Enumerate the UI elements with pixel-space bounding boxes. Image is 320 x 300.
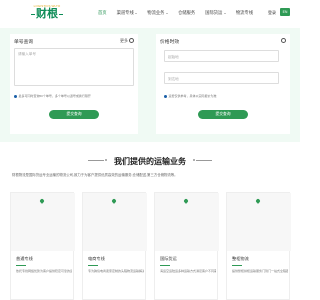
clock-icon xyxy=(281,38,286,43)
card-underline xyxy=(232,265,242,266)
nav-item-logistics[interactable]: 物流业务 xyxy=(147,10,168,16)
info-dot-icon xyxy=(14,94,17,98)
logo-dash-right xyxy=(59,13,63,15)
hero-section: 单号查询 更多 请输入单号 最多可同时查询50个单号，多个单号以逗号或换行隔开 … xyxy=(0,28,300,142)
tracking-number-input[interactable]: 请输入单号 xyxy=(14,48,134,86)
nav-item-channel-lines[interactable]: 渠道专线 xyxy=(117,10,138,16)
card-image xyxy=(83,193,147,251)
card-title: 整柜物流 xyxy=(232,256,249,261)
card-underline xyxy=(88,265,98,266)
service-cards: 普通专线 依托专线网络优势为客户提供稳定可靠的运输方案。 电商专线 专为跨境电商… xyxy=(10,192,291,300)
card-description: 专为跨境电商卖家定制的头程物流运输解决方案。 xyxy=(88,269,144,273)
location-pin-icon xyxy=(111,198,117,204)
card-title: 电商专线 xyxy=(88,256,105,261)
services-title: 我们提供的运输业务 xyxy=(114,157,186,166)
service-card-full-container[interactable]: 整柜物流 提供整柜拼柜运输服务门到门一站式全程跟踪。 xyxy=(226,192,291,300)
quote-panel: 价格时效 起始地 到达地 运费仅供参考，具体以实际报价为准 提交查询 xyxy=(156,34,290,134)
chevron-down-icon xyxy=(223,12,226,14)
origin-input[interactable]: 起始地 xyxy=(164,50,279,62)
service-card-ecommerce[interactable]: 电商专线 专为跨境电商卖家定制的头程物流运输解决方案。 xyxy=(82,192,147,300)
card-title: 国际货运 xyxy=(160,256,177,261)
quote-submit-button[interactable]: 提交查询 xyxy=(198,110,248,119)
location-pin-icon xyxy=(39,198,45,204)
card-underline xyxy=(16,265,26,266)
card-image xyxy=(11,193,75,251)
location-pin-icon xyxy=(183,198,189,204)
nav-item-dedicated-lines[interactable]: 物流专线 xyxy=(236,10,253,16)
info-icon xyxy=(129,38,134,43)
info-dot-icon xyxy=(164,94,167,98)
service-card-international[interactable]: 国际货运 海运空运陆运多种运输方式满足客户不同需求。 xyxy=(154,192,219,300)
language-button[interactable]: EN xyxy=(280,8,290,16)
tracking-panel: 单号查询 更多 请输入单号 最多可同时查询50个单号，多个单号以逗号或换行隔开 … xyxy=(10,34,138,134)
tracking-placeholder: 请输入单号 xyxy=(18,52,36,56)
logo-dash-left xyxy=(31,13,35,15)
tracking-title: 单号查询 xyxy=(14,40,34,45)
tracking-more-link[interactable]: 更多 xyxy=(120,38,128,44)
login-link[interactable]: 登录 xyxy=(268,10,276,16)
site-logo[interactable]: LOGISTICS WLTO 财根 xyxy=(30,4,64,24)
site-header: LOGISTICS WLTO 财根 首页 渠道专线 物流业务 仓储服务 国际货运… xyxy=(0,0,300,28)
service-card-general[interactable]: 普通专线 依托专线网络优势为客户提供稳定可靠的运输方案。 xyxy=(10,192,75,300)
destination-input[interactable]: 到达地 xyxy=(164,72,279,84)
location-pin-icon xyxy=(255,198,261,204)
quote-title: 价格时效 xyxy=(160,40,180,45)
logo-text: 财根 xyxy=(36,8,58,20)
tracking-submit-button[interactable]: 提交查询 xyxy=(49,110,99,119)
services-intro: 财根物流是国际货运专业运输的物流公司,致力于为客户提供优质高效的运输服务,仓储配… xyxy=(12,173,178,177)
card-image xyxy=(227,193,291,251)
chevron-down-icon xyxy=(165,12,168,14)
chevron-down-icon xyxy=(135,12,138,14)
quote-note: 运费仅供参考，具体以实际报价为准 xyxy=(164,94,217,98)
main-nav: 首页 渠道专线 物流业务 仓储服务 国际货运 物流专线 xyxy=(98,8,263,18)
card-description: 海运空运陆运多种运输方式满足客户不同需求。 xyxy=(160,269,216,273)
nav-item-international[interactable]: 国际货运 xyxy=(205,10,226,16)
card-description: 提供整柜拼柜运输服务门到门一站式全程跟踪。 xyxy=(232,269,288,273)
nav-item-warehousing[interactable]: 仓储服务 xyxy=(178,10,195,16)
title-divider-right xyxy=(196,160,212,161)
tracking-note: 最多可同时查询50个单号，多个单号以逗号或换行隔开 xyxy=(14,94,91,98)
card-underline xyxy=(160,265,170,266)
card-description: 依托专线网络优势为客户提供稳定可靠的运输方案。 xyxy=(16,269,72,273)
nav-item-home[interactable]: 首页 xyxy=(98,10,107,16)
card-title: 普通专线 xyxy=(16,256,33,261)
card-image xyxy=(155,193,219,251)
